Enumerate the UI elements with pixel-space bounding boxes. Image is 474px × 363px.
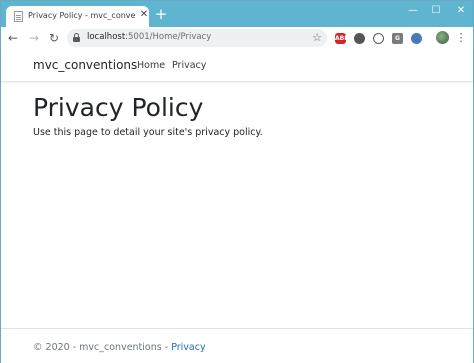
browser-toolbar: ← → ↻ localhost:5001/Home/Privacy ☆ ABP … <box>1 27 473 49</box>
extension-skype-icon[interactable] <box>373 33 384 44</box>
page-viewport: mvc_conventions Home Privacy Privacy Pol… <box>1 49 473 363</box>
tab-strip: Privacy Policy - mvc_conventions ✕ + — ☐… <box>1 1 473 27</box>
footer-text: © 2020 - mvc_conventions - Privacy <box>33 342 206 353</box>
nav-link-privacy[interactable]: Privacy <box>172 60 206 71</box>
minimize-button[interactable]: — <box>403 4 423 18</box>
footer-privacy-link[interactable]: Privacy <box>171 342 205 353</box>
lock-icon[interactable] <box>73 33 80 42</box>
address-bar[interactable]: localhost:5001/Home/Privacy ☆ <box>67 29 327 47</box>
url-host: localhost <box>87 32 126 42</box>
footer-copyright: © 2020 - mvc_conventions - <box>33 342 172 353</box>
tab-title: Privacy Policy - mvc_conventions <box>28 11 136 20</box>
extension-g-icon[interactable]: G <box>392 33 403 44</box>
new-tab-button[interactable]: + <box>153 6 169 22</box>
nav-link-home[interactable]: Home <box>137 60 165 71</box>
browser-menu-icon[interactable]: ⋮ <box>455 30 467 46</box>
url-path: :5001/Home/Privacy <box>125 32 212 42</box>
reload-button[interactable]: ↻ <box>46 30 62 46</box>
site-footer: © 2020 - mvc_conventions - Privacy <box>1 328 473 363</box>
maximize-button[interactable]: ☐ <box>426 4 446 18</box>
back-button[interactable]: ← <box>5 30 21 46</box>
close-window-button[interactable]: ✕ <box>451 4 471 18</box>
extension-blue-icon[interactable] <box>411 33 422 44</box>
site-navbar: mvc_conventions Home Privacy <box>1 49 473 82</box>
site-brand-link[interactable]: mvc_conventions <box>33 58 137 72</box>
page-description: Use this page to detail your site's priv… <box>33 127 263 138</box>
adblock-extension-icon[interactable]: ABP <box>335 33 349 44</box>
extension-circle-icon[interactable] <box>354 33 365 44</box>
bookmark-star-icon[interactable]: ☆ <box>310 30 324 46</box>
tab-close-icon[interactable]: ✕ <box>138 9 150 21</box>
url-text[interactable]: localhost:5001/Home/Privacy <box>87 32 211 42</box>
forward-button[interactable]: → <box>26 30 42 46</box>
page-favicon-icon <box>14 11 23 22</box>
page-title: Privacy Policy <box>33 93 204 122</box>
browser-tab[interactable]: Privacy Policy - mvc_conventions ✕ <box>6 6 149 27</box>
browser-window: Privacy Policy - mvc_conventions ✕ + — ☐… <box>0 0 474 363</box>
profile-avatar[interactable] <box>436 31 449 44</box>
